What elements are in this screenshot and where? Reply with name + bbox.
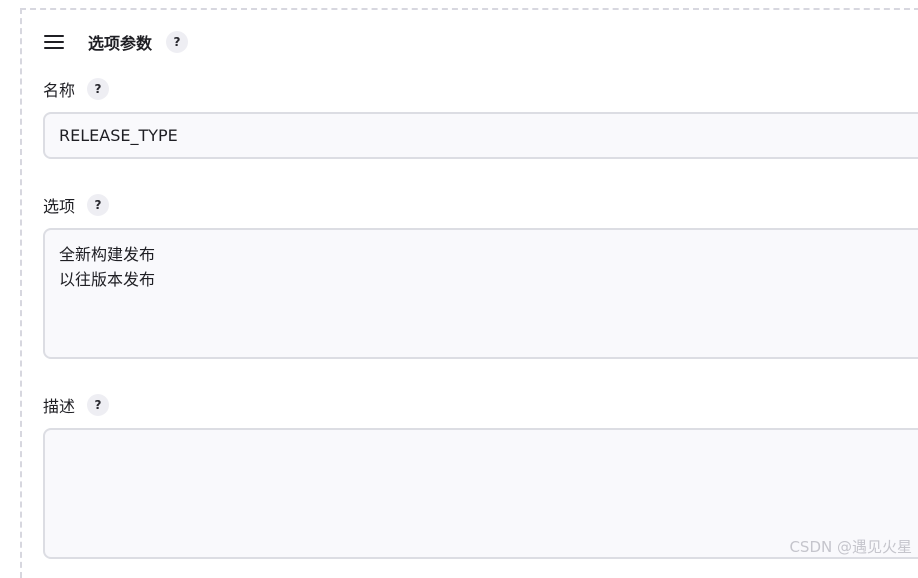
help-icon[interactable]: ? — [87, 78, 110, 100]
drag-handle-icon[interactable] — [44, 35, 64, 49]
description-textarea[interactable] — [43, 428, 918, 559]
description-label: 描述 — [43, 397, 76, 416]
help-icon[interactable]: ? — [87, 394, 110, 416]
description-label-row: 描述 ? — [43, 393, 110, 417]
choices-label: 选项 — [43, 197, 76, 216]
parameter-header: 选项参数 ? — [44, 28, 189, 56]
choices-label-row: 选项 ? — [43, 193, 110, 217]
section-title: 选项参数 — [88, 34, 153, 53]
watermark: CSDN @遇见火星 — [789, 538, 912, 556]
name-input[interactable]: RELEASE_TYPE — [43, 112, 918, 159]
help-icon[interactable]: ? — [166, 31, 189, 53]
name-label-row: 名称 ? — [43, 77, 110, 101]
choices-textarea[interactable]: 全新构建发布 以往版本发布 — [43, 228, 918, 359]
help-icon[interactable]: ? — [87, 194, 110, 216]
name-label: 名称 — [43, 81, 76, 100]
